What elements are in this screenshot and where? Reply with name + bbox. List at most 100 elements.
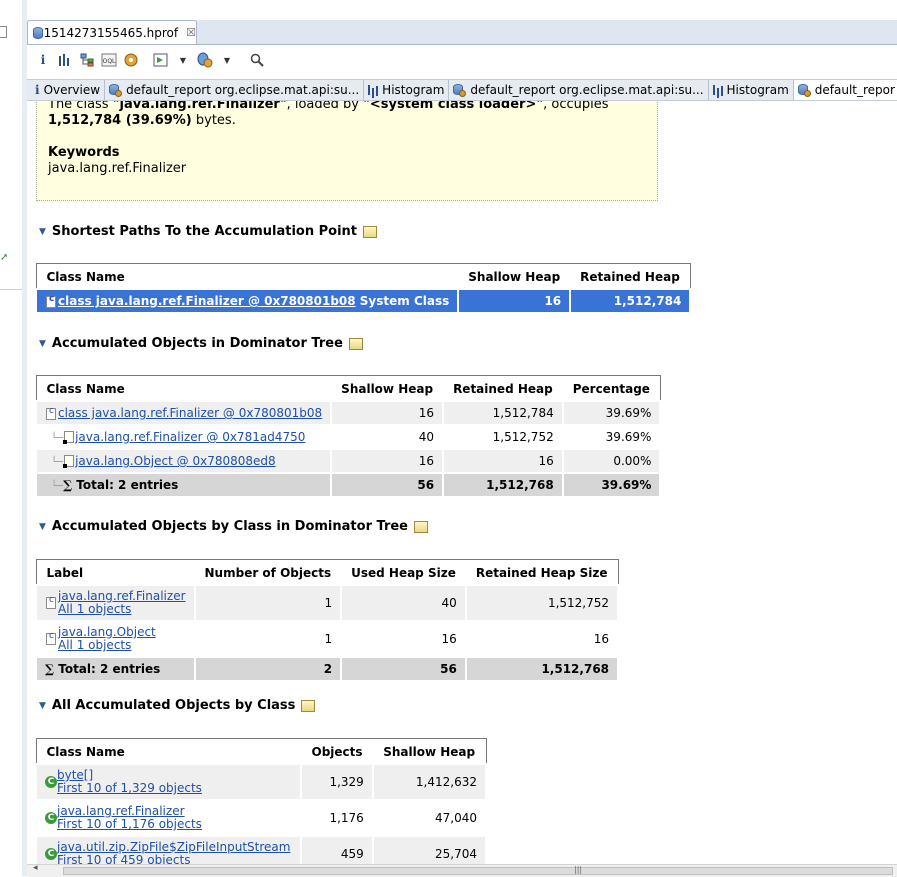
col-class-name[interactable]: Class Name	[36, 738, 302, 764]
retained-heap-cell: 1,512,784	[569, 288, 692, 314]
chevron-down-icon[interactable]: ▼	[217, 50, 237, 70]
keywords-value: java.lang.ref.Finalizer	[48, 161, 187, 176]
open-query-icon[interactable]	[414, 520, 428, 533]
oql-label: OQL	[103, 58, 116, 65]
table-row[interactable]: Cbyte[] First 10 of 1,329 objects 1,329 1…	[34, 763, 488, 801]
col-retained-heap[interactable]: Retained Heap	[570, 263, 691, 289]
total-label: Total: 2 entries	[76, 478, 179, 492]
collapse-triangle-icon[interactable]: ▼	[39, 522, 46, 532]
col-label[interactable]: Label	[36, 559, 195, 585]
objects-link[interactable]: All 1 objects	[58, 602, 131, 616]
tab-label: default_report org.eclipse.mat.api:su...	[126, 83, 360, 97]
dominator-tree-table: Class Name Shallow Heap Retained Heap Pe…	[34, 375, 662, 498]
percentage-cell: 39.69%	[561, 400, 662, 426]
table-row[interactable]: class java.lang.ref.Finalizer @ 0x780801…	[34, 400, 662, 426]
object-link[interactable]: class java.lang.ref.Finalizer @ 0x780801…	[58, 294, 356, 308]
class-link[interactable]: java.util.zip.ZipFile$ZipFileInputStream	[57, 840, 290, 854]
class-link[interactable]: java.lang.Object	[58, 625, 156, 639]
col-shallow-heap[interactable]: Shallow Heap	[331, 375, 444, 401]
class-c-icon: C	[45, 776, 57, 788]
table-row[interactable]: └─ java.lang.ref.Finalizer @ 0x781ad4750 …	[34, 424, 662, 450]
section-shortest-paths[interactable]: ▼ Shortest Paths To the Accumulation Poi…	[39, 224, 378, 239]
col-percentage[interactable]: Percentage	[562, 375, 661, 401]
horizontal-scrollbar[interactable]: ◂ |||	[27, 863, 897, 877]
table-row[interactable]: └─ java.lang.Object @ 0x780808ed8 16 16 0…	[34, 448, 662, 474]
object-link[interactable]: java.lang.ref.Finalizer @ 0x781ad4750	[75, 430, 305, 444]
shallow-heap-cell: 16	[330, 400, 445, 426]
open-query-icon[interactable]	[363, 225, 378, 238]
scroll-left-icon[interactable]: ◂	[33, 863, 38, 873]
result-tabs: i Overview default_report org.eclipse.ma…	[27, 79, 897, 101]
scrollbar-thumb[interactable]: |||	[63, 865, 893, 875]
class-link[interactable]: java.lang.ref.Finalizer	[57, 804, 185, 818]
col-retained-heap[interactable]: Retained Heap	[443, 375, 563, 401]
section-dominator-tree[interactable]: ▼ Accumulated Objects in Dominator Tree	[39, 336, 363, 351]
col-used-heap-size[interactable]: Used Heap Size	[341, 559, 466, 585]
chevron-down-icon[interactable]: ▼	[173, 50, 193, 70]
col-shallow-heap[interactable]: Shallow Heap	[458, 263, 571, 289]
tab-label: Histogram	[726, 83, 789, 97]
tab-histogram-1[interactable]: Histogram	[364, 80, 450, 100]
total-count-cell: 2	[193, 656, 343, 682]
shallow-heap-cell: 40	[330, 424, 445, 450]
class-link[interactable]: byte[]	[57, 768, 93, 782]
table-row[interactable]: Cjava.lang.ref.Finalizer First 10 of 1,17…	[34, 799, 488, 837]
table-row[interactable]: class java.lang.ref.Finalizer @ 0x780801…	[34, 288, 692, 314]
left-pane-arrow-icon[interactable]: ➚	[0, 252, 8, 263]
table-row[interactable]: java.lang.ObjectAll 1 objects 1 16 16	[35, 620, 620, 658]
editor-tab-hprof[interactable]: 1514273155465.hprof ☒	[27, 20, 197, 44]
query-icon[interactable]	[121, 50, 141, 70]
used-heap-cell: 40	[340, 584, 467, 622]
col-retained-heap-size[interactable]: Retained Heap Size	[465, 559, 619, 585]
collapse-triangle-icon[interactable]: ▼	[39, 701, 46, 711]
tab-histogram-2[interactable]: Histogram	[709, 80, 794, 100]
retained-heap-cell: 16	[442, 448, 564, 474]
dominator-tree-icon[interactable]	[77, 50, 97, 70]
close-icon[interactable]: ☒	[186, 26, 196, 39]
sum-icon: ∑	[63, 478, 73, 492]
table-row[interactable]: java.lang.ref.FinalizerAll 1 objects 1 4…	[35, 584, 620, 622]
col-shallow-heap[interactable]: Shallow Heap	[372, 738, 486, 764]
section-all-by-class[interactable]: ▼ All Accumulated Objects by Class	[39, 698, 316, 713]
col-class-name[interactable]: Class Name	[36, 375, 332, 401]
search-icon[interactable]	[247, 50, 267, 70]
tab-overview[interactable]: i Overview	[27, 80, 106, 100]
col-class-name[interactable]: Class Name	[36, 263, 459, 289]
objects-link[interactable]: First 10 of 1,176 objects	[57, 817, 202, 831]
heap-dump-icon[interactable]	[195, 50, 215, 70]
tab-default-report-2[interactable]: default_report org.eclipse.mat.api:su...	[449, 80, 709, 100]
table-row[interactable]: Cjava.util.zip.ZipFile$ZipFileInputStrea…	[34, 835, 488, 865]
open-query-icon[interactable]	[301, 699, 316, 712]
total-label-cell: ∑ Total: 2 entries	[35, 656, 196, 682]
collapse-triangle-icon[interactable]: ▼	[39, 227, 46, 237]
count-cell: 1	[193, 620, 343, 658]
total-label-cell: └─∑ Total: 2 entries	[34, 472, 333, 498]
object-link[interactable]: class java.lang.ref.Finalizer @ 0x780801…	[58, 406, 322, 420]
oql-icon[interactable]: OQL	[99, 50, 119, 70]
description-line-1: The class "java.lang.ref.Finalizer", loa…	[48, 101, 609, 112]
object-link[interactable]: java.lang.Object @ 0x780808ed8	[75, 454, 276, 468]
left-view-pane: ➚	[0, 0, 23, 876]
editor-toolbar: i OQL ▼ ▼	[27, 45, 897, 75]
label-lines: java.lang.ref.Finalizer First 10 of 1,176…	[57, 805, 202, 831]
section-title: Shortest Paths To the Accumulation Point	[51, 224, 358, 239]
objects-cell: 1,329	[300, 763, 374, 801]
col-objects[interactable]: Objects	[301, 738, 373, 764]
collapse-triangle-icon[interactable]: ▼	[39, 339, 46, 349]
object-icon	[63, 455, 75, 468]
run-report-icon[interactable]	[151, 50, 171, 70]
open-query-icon[interactable]	[348, 337, 363, 350]
histogram-icon[interactable]	[55, 50, 75, 70]
label-cell: java.lang.ObjectAll 1 objects	[35, 620, 196, 658]
objects-link[interactable]: First 10 of 459 objects	[57, 853, 190, 865]
tab-default-report-3[interactable]: default_repor	[793, 80, 897, 100]
info-icon[interactable]: i	[33, 50, 53, 70]
objects-link[interactable]: All 1 objects	[58, 638, 131, 652]
col-number-of-objects[interactable]: Number of Objects	[194, 559, 342, 585]
section-by-class-dominator[interactable]: ▼ Accumulated Objects by Class in Domina…	[39, 519, 428, 534]
by-class-dominator-table: Label Number of Objects Used Heap Size R…	[35, 559, 620, 682]
class-link[interactable]: java.lang.ref.Finalizer	[58, 589, 186, 603]
label-lines: byte[] First 10 of 1,329 objects	[57, 769, 202, 795]
objects-link[interactable]: First 10 of 1,329 objects	[57, 781, 202, 795]
tab-default-report-1[interactable]: default_report org.eclipse.mat.api:su...	[105, 80, 365, 100]
